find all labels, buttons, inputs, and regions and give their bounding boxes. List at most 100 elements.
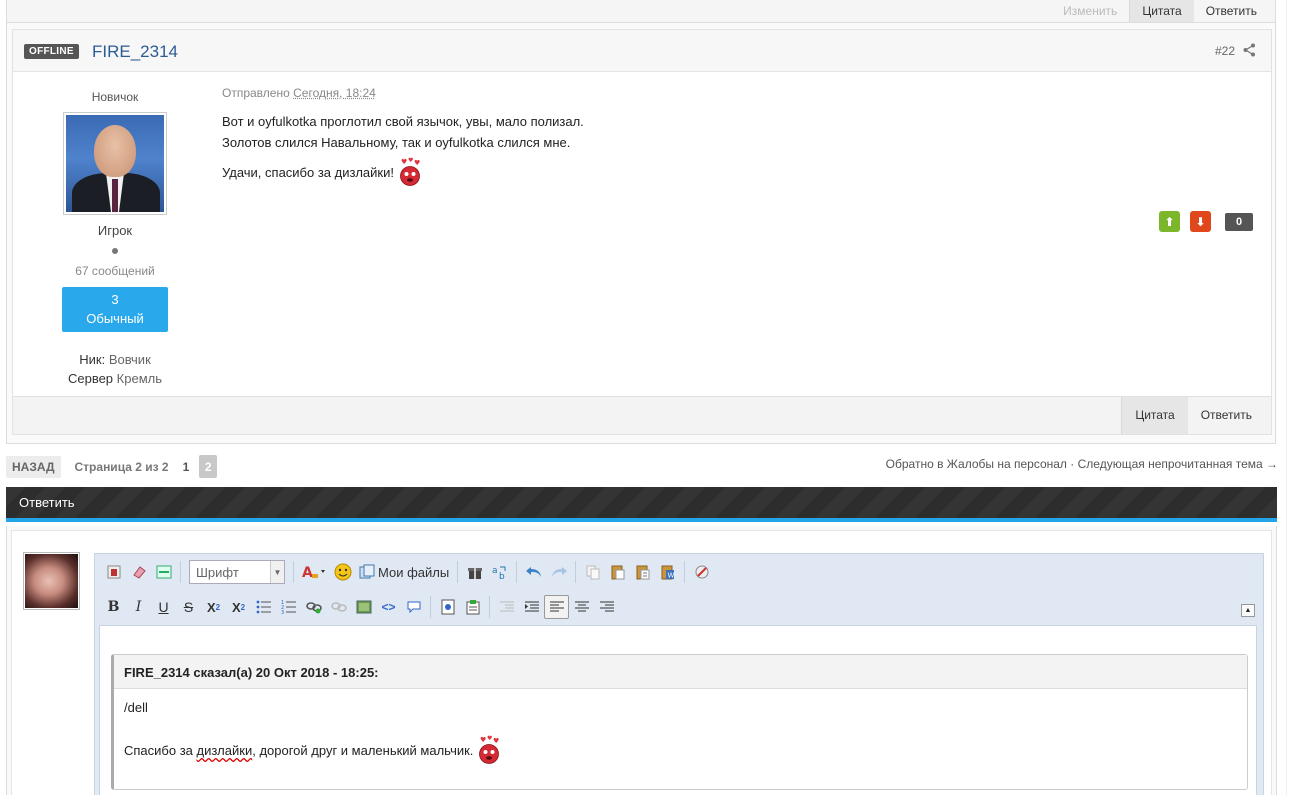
unlink-icon[interactable] [326,595,351,619]
eraser-icon[interactable] [126,560,151,584]
back-to-forum-link[interactable]: Обратно в Жалобы на персонал [886,457,1067,471]
topic-navigation: Обратно в Жалобы на персонал · Следующая… [886,457,1278,471]
redo-icon[interactable] [546,560,571,584]
media-icon[interactable] [435,595,460,619]
reputation-badge: 3 Обычный [62,287,168,332]
superscript-icon[interactable]: X2 [226,595,251,619]
page-indicator[interactable]: Страница 2 из 2 [75,460,169,474]
author-avatar[interactable] [63,112,167,215]
my-files-button[interactable]: Мои файлы [355,564,453,580]
numbered-list-icon[interactable]: 123 [276,595,301,619]
link-icon[interactable] [301,595,326,619]
posted-date: Отправлено Сегодня, 18:24 [222,86,1222,100]
post-number-link[interactable]: #22 [1215,44,1235,58]
svg-text:♥: ♥ [408,157,413,164]
next-unread-topic-link[interactable]: Следующая непрочитанная тема → [1078,457,1278,471]
text-color-icon[interactable]: A [298,560,330,584]
reputation-label: Обычный [86,311,144,326]
code-icon[interactable]: <> [376,595,401,619]
blockquote: FIRE_2314 сказал(а) 20 Окт 2018 - 18:25:… [111,654,1248,790]
quote-button[interactable]: Цитата [1121,397,1188,434]
back-page-button[interactable]: НАЗАД [6,455,61,478]
svg-text:3: 3 [281,610,284,614]
svg-text:W: W [667,572,674,580]
field-value: Вовчик [108,352,151,367]
reply-header-bar: Ответить [6,487,1277,522]
copy-icon[interactable] [580,560,605,584]
align-right-icon[interactable] [594,595,619,619]
message-text: Удачи, спасибо за дизлайки! [222,165,394,180]
quote-button[interactable]: Цитата [1129,0,1194,22]
align-left-icon[interactable] [544,595,569,619]
share-icon[interactable] [1243,43,1255,57]
undo-icon[interactable] [521,560,546,584]
page-scrollbar[interactable] [1286,0,1294,795]
offline-status-badge: OFFLINE [24,44,79,59]
avatar-tie [112,179,118,212]
member-group: Игрок [97,223,133,238]
spoiler-icon[interactable] [460,595,485,619]
vote-down-button[interactable]: ⬇ [1190,211,1211,232]
editor-content-area[interactable]: FIRE_2314 сказал(а) 20 Окт 2018 - 18:25:… [99,625,1257,795]
align-center-icon[interactable] [569,595,594,619]
paste-icon[interactable] [605,560,630,584]
strikethrough-icon[interactable]: S [176,595,201,619]
paste-word-icon[interactable]: W [655,560,680,584]
post-actions: Цитата Ответить [1121,397,1265,434]
svg-text:b: b [499,572,505,580]
quote-citation: FIRE_2314 сказал(а) 20 Окт 2018 - 18:25: [114,655,1247,689]
image-icon[interactable] [351,595,376,619]
my-files-label: Мои файлы [378,564,450,580]
author-name-link[interactable]: FIRE_2314 [92,42,178,62]
field-label: Сервер [67,371,114,386]
reply-button[interactable]: Ответить [1194,0,1269,22]
font-family-select[interactable]: Шрифт ▼ [189,560,285,584]
italic-icon[interactable]: I [126,595,151,619]
field-value: Кремль [116,371,163,386]
files-icon [359,564,375,579]
profile-field-server: Сервер Кремль [13,371,217,386]
current-user-avatar [23,552,80,610]
edit-button[interactable]: Изменить [1051,0,1129,22]
bulleted-list-icon[interactable] [251,595,276,619]
rank-title: Новичок [91,90,139,104]
message-line-with-emoticon: Удачи, спасибо за дизлайки! ♥ ♥ ♥ [222,157,1222,187]
rich-text-editor: Шрифт ▼ A Мои файлы ab W B I U S X 2 X 2… [94,553,1264,795]
toolbar-separator [430,596,431,618]
post-header: OFFLINE FIRE_2314 #22 [13,30,1271,72]
paste-text-icon[interactable] [630,560,655,584]
vote-up-button[interactable]: ⬆ [1159,211,1180,232]
underline-icon[interactable]: U [151,595,176,619]
bold-icon[interactable]: B [101,595,126,619]
profile-field-nick: Ник: Вовчик [13,352,217,367]
avatar-face [94,125,136,177]
post-footer: Цитата Ответить [13,396,1271,434]
indent-icon[interactable] [519,595,544,619]
replace-icon[interactable]: ab [487,560,512,584]
quote-bubble-icon[interactable] [401,595,426,619]
svg-text:a: a [492,566,498,576]
gift-box-icon[interactable] [462,560,487,584]
previous-post-actions: Изменить Цитата Ответить [1051,0,1269,22]
spellcheck-icon[interactable] [689,560,714,584]
nav-separator: · [1066,457,1078,471]
lovestruck-emoticon-icon: ♥ ♥ ♥ [399,157,420,186]
collapse-toolbar-icon[interactable]: ▲ [1241,604,1255,617]
quote-line-with-emoticon: Спасибо за дизлайки, дорогой друг и мале… [124,735,1237,765]
toolbar-separator [684,561,686,583]
subscript-icon[interactable]: X2 [201,595,226,619]
page-link-1[interactable]: 1 [183,460,190,474]
forum-post: OFFLINE FIRE_2314 #22 Новичок Игрок 67 с… [6,22,1276,444]
editor-toolbar-bottom: B I U S X2 X2 123 <> [101,592,619,622]
toolbar-separator [293,561,294,583]
horizontal-rule-icon[interactable] [151,560,176,584]
group-pip-icon [112,248,118,254]
avatar-photo [66,115,164,212]
reply-button[interactable]: Ответить [1188,397,1265,434]
editor-toolbar-top: Шрифт ▼ A Мои файлы ab W [101,557,714,587]
toolbar-separator [489,596,490,618]
smiley-icon[interactable] [330,560,355,584]
outdent-icon[interactable] [494,595,519,619]
source-mode-icon[interactable] [101,560,126,584]
posted-time: Сегодня, 18:24 [293,86,376,100]
